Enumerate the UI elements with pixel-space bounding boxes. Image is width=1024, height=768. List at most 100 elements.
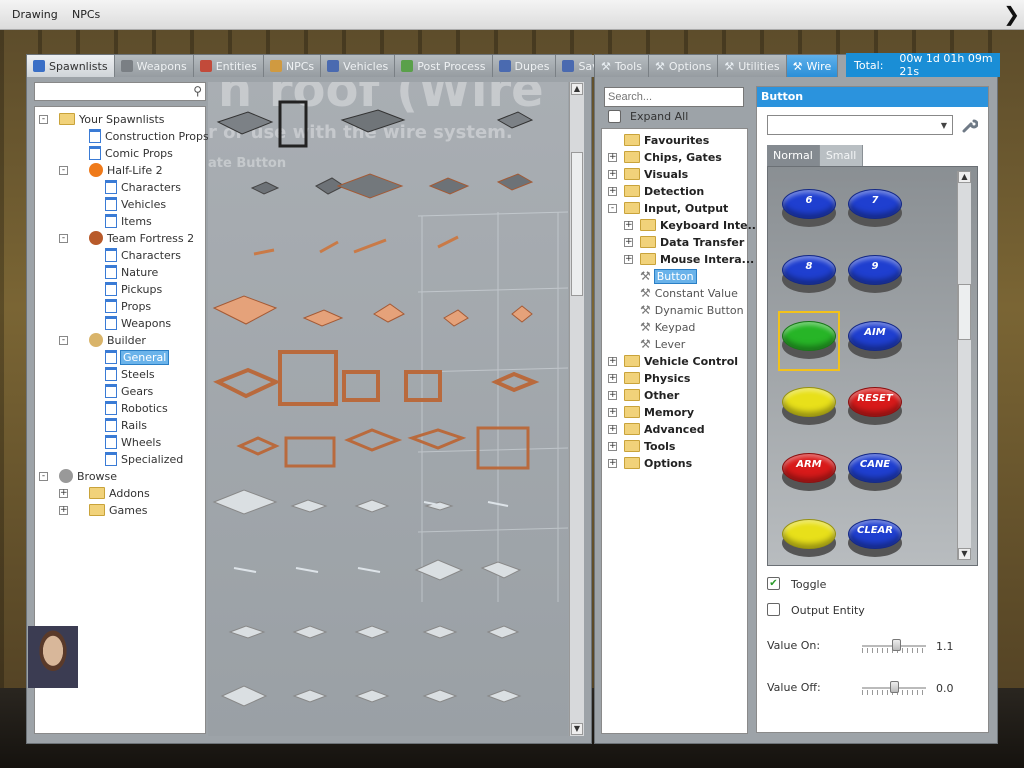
collapse-icon[interactable]: - bbox=[59, 234, 68, 243]
spawn-content-scrollbar[interactable]: ▲ ▼ bbox=[569, 82, 584, 736]
subtab-small[interactable]: Small bbox=[819, 145, 864, 166]
button-grid-scrollbar[interactable]: ▲ ▼ bbox=[957, 171, 971, 560]
wire-category-item[interactable]: Data Transfer bbox=[640, 234, 744, 250]
spawnlist-tree-item[interactable]: Wheels bbox=[105, 434, 161, 450]
npc-face-thumbnail[interactable] bbox=[28, 626, 78, 688]
slider-knob[interactable] bbox=[889, 681, 899, 693]
spawnlist-tree-item[interactable]: Weapons bbox=[105, 315, 171, 331]
spawnlist-tree-item[interactable]: Items bbox=[105, 213, 152, 229]
button-model-option[interactable]: 9 bbox=[848, 255, 902, 295]
button-model-option[interactable]: RESET bbox=[848, 387, 902, 427]
wire-tool-item[interactable]: ⚒ Dynamic Button bbox=[640, 302, 744, 318]
spawnlist-tree-item[interactable]: Pickups bbox=[105, 281, 162, 297]
preset-combobox[interactable]: ▼ bbox=[767, 115, 953, 135]
spawnlist-tree-item[interactable]: Browse bbox=[59, 468, 117, 484]
spawnlist-tree-item[interactable]: Your Spawnlists bbox=[59, 111, 165, 127]
spawnlist-tree-item[interactable]: Nature bbox=[105, 264, 158, 280]
wire-category-item[interactable]: Input, Output bbox=[624, 200, 728, 216]
tab-tools[interactable]: ⚒ Tools bbox=[595, 55, 649, 77]
spawnlist-tree-item[interactable]: Robotics bbox=[105, 400, 168, 416]
collapse-icon[interactable]: - bbox=[59, 336, 68, 345]
spawnlist-tree-item[interactable]: Props bbox=[105, 298, 151, 314]
button-model-option[interactable]: CLEAR bbox=[848, 519, 902, 559]
wire-category-item[interactable]: Advanced bbox=[624, 421, 705, 437]
tab-post-process[interactable]: Post Process bbox=[395, 55, 493, 77]
button-model-option[interactable]: ARM bbox=[782, 453, 836, 493]
scroll-up-arrow-icon[interactable]: ▲ bbox=[958, 171, 971, 183]
value-off-slider[interactable] bbox=[862, 681, 926, 695]
expand-icon[interactable]: + bbox=[608, 153, 617, 162]
wire-category-item[interactable]: Physics bbox=[624, 370, 690, 386]
spawnlist-tree-item[interactable]: Specialized bbox=[105, 451, 183, 467]
toggle-checkbox[interactable]: ✔ bbox=[767, 577, 780, 590]
spawnlist-tree-item[interactable]: Characters bbox=[105, 247, 181, 263]
spawnlist-tree-item[interactable]: Addons bbox=[89, 485, 150, 501]
wire-search-input[interactable] bbox=[604, 87, 744, 107]
button-model-option[interactable] bbox=[782, 321, 836, 361]
expand-icon[interactable]: + bbox=[59, 489, 68, 498]
spawnlist-tree-item[interactable]: Construction Props bbox=[89, 128, 209, 144]
wire-category-item[interactable]: Vehicle Control bbox=[624, 353, 738, 369]
collapse-icon[interactable]: - bbox=[608, 204, 617, 213]
spawnlist-search-input[interactable]: ⚲ bbox=[34, 82, 206, 101]
spawnlist-tree-item[interactable]: Steels bbox=[105, 366, 155, 382]
menu-npcs[interactable]: NPCs bbox=[72, 8, 100, 21]
value-on-slider[interactable] bbox=[862, 639, 926, 653]
tab-spawnlists[interactable]: Spawnlists bbox=[27, 55, 115, 77]
output-entity-checkbox[interactable] bbox=[767, 603, 780, 616]
button-model-option[interactable] bbox=[782, 519, 836, 559]
wire-category-item[interactable]: Tools bbox=[624, 438, 675, 454]
scroll-down-arrow-icon[interactable]: ▼ bbox=[958, 548, 971, 560]
wire-tool-item[interactable]: ⚒ Keypad bbox=[640, 319, 695, 335]
tab-vehicles[interactable]: Vehicles bbox=[321, 55, 396, 77]
subtab-normal[interactable]: Normal bbox=[767, 145, 820, 166]
expand-icon[interactable]: + bbox=[608, 442, 617, 451]
tab-options[interactable]: ⚒ Options bbox=[648, 55, 719, 77]
collapse-icon[interactable]: - bbox=[59, 166, 68, 175]
wire-category-item[interactable]: Options bbox=[624, 455, 692, 471]
expand-icon[interactable]: + bbox=[608, 357, 617, 366]
search-icon[interactable]: ⚲ bbox=[193, 84, 202, 98]
expand-icon[interactable]: + bbox=[608, 374, 617, 383]
wire-tool-item[interactable]: ⚒ Lever bbox=[640, 336, 685, 352]
tab-entities[interactable]: Entities bbox=[193, 55, 264, 77]
menu-drawing[interactable]: Drawing bbox=[12, 8, 58, 21]
button-model-option[interactable]: CANE bbox=[848, 453, 902, 493]
tab-utilities[interactable]: ⚒ Utilities bbox=[718, 55, 787, 77]
expand-icon[interactable]: + bbox=[59, 506, 68, 515]
wire-category-item[interactable]: Detection bbox=[624, 183, 704, 199]
expand-icon[interactable]: + bbox=[608, 170, 617, 179]
expand-all-checkbox[interactable] bbox=[608, 110, 621, 123]
collapse-icon[interactable]: - bbox=[39, 115, 48, 124]
button-model-option[interactable]: 7 bbox=[848, 189, 902, 229]
scroll-down-arrow-icon[interactable]: ▼ bbox=[571, 723, 583, 735]
button-model-option[interactable] bbox=[782, 387, 836, 427]
wire-category-item[interactable]: Visuals bbox=[624, 166, 688, 182]
slider-knob[interactable] bbox=[892, 639, 902, 651]
tab-npcs[interactable]: NPCs bbox=[263, 55, 322, 77]
spawnlist-tree-item[interactable]: Vehicles bbox=[105, 196, 166, 212]
wire-category-item[interactable]: Favourites bbox=[624, 132, 709, 148]
spawnlist-tree-item[interactable]: Games bbox=[89, 502, 147, 518]
expand-icon[interactable]: + bbox=[624, 221, 633, 230]
scroll-up-arrow-icon[interactable]: ▲ bbox=[571, 83, 583, 95]
expand-icon[interactable]: + bbox=[608, 425, 617, 434]
tab-dupes[interactable]: Dupes bbox=[492, 55, 557, 77]
wire-category-item[interactable]: Mouse Intera... bbox=[640, 251, 754, 267]
collapse-icon[interactable]: - bbox=[39, 472, 48, 481]
spawnlist-tree-item[interactable]: Comic Props bbox=[89, 145, 173, 161]
expand-icon[interactable]: + bbox=[608, 391, 617, 400]
scrollbar-thumb[interactable] bbox=[958, 284, 971, 340]
spawnlist-tree-item[interactable]: Characters bbox=[105, 179, 181, 195]
spawnlist-tree-item[interactable]: Team Fortress 2 bbox=[89, 230, 194, 246]
spawnlist-tree-item[interactable]: General bbox=[105, 349, 170, 365]
value-on-number[interactable]: 1.1 bbox=[936, 640, 954, 653]
wire-tool-item[interactable]: ⚒ Constant Value bbox=[640, 285, 738, 301]
wire-category-item[interactable]: Chips, Gates bbox=[624, 149, 722, 165]
wire-tool-item[interactable]: ⚒ Button bbox=[640, 268, 697, 284]
spawnlist-tree-item[interactable]: Rails bbox=[105, 417, 147, 433]
value-off-number[interactable]: 0.0 bbox=[936, 682, 954, 695]
button-model-option[interactable]: AIM bbox=[848, 321, 902, 361]
chevron-down-icon[interactable]: ▼ bbox=[941, 121, 947, 130]
wire-category-item[interactable]: Other bbox=[624, 387, 679, 403]
